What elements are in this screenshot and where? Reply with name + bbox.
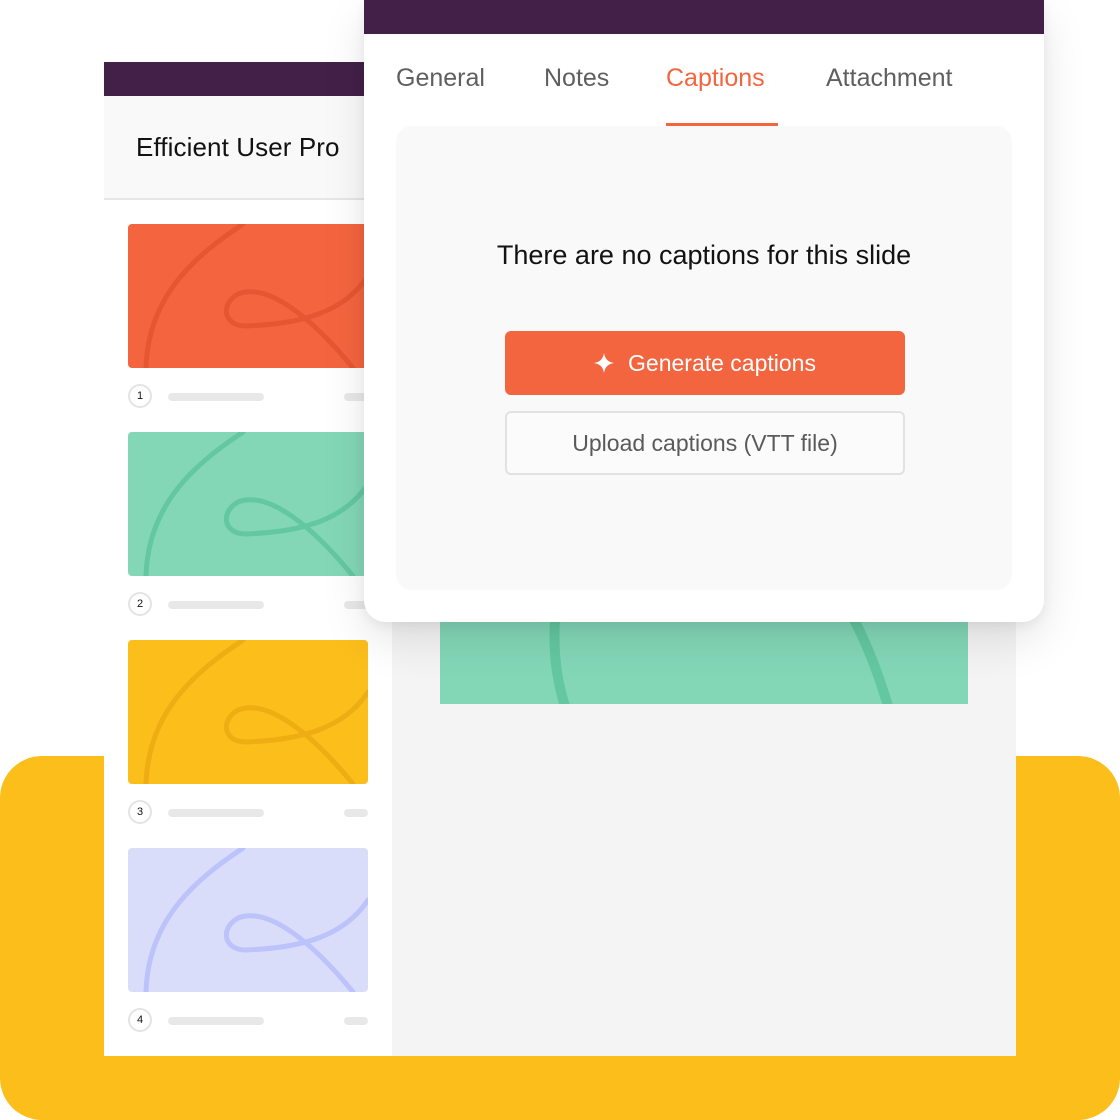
upload-captions-label: Upload captions (VTT file) [572,429,838,456]
panel-top-bar [364,0,1044,34]
tab-attachment[interactable]: Attachment [826,64,952,93]
slide-number-badge: 3 [128,800,152,824]
slide-duration-placeholder [344,1017,368,1025]
presentation-title: Efficient User Pro [136,132,340,162]
captions-empty-state: There are no captions for this slide Gen… [396,126,1012,590]
sparkle-icon [594,353,615,373]
generate-captions-button[interactable]: Generate captions [505,331,905,395]
tab-captions[interactable]: Captions [666,64,765,93]
slide-settings-panel: General Notes Captions Attachment There … [364,0,1044,622]
slide-duration-placeholder [344,809,368,817]
slide-title-placeholder [168,809,264,817]
slide-list-sidebar: 1 2 3 4 [104,200,392,1056]
tab-notes[interactable]: Notes [544,64,609,93]
squiggle-pattern-icon [128,224,368,368]
slide-thumbnail[interactable] [128,848,368,992]
slide-item-3[interactable]: 3 [128,640,368,848]
slide-meta: 3 [128,800,368,824]
slide-item-4[interactable]: 4 [128,848,368,1056]
tab-general[interactable]: General [396,64,485,93]
empty-state-message: There are no captions for this slide [496,240,912,270]
slide-item-1[interactable]: 1 [128,224,368,432]
slide-item-2[interactable]: 2 [128,432,368,640]
squiggle-pattern-icon [128,848,368,992]
slide-meta: 4 [128,1008,368,1032]
squiggle-pattern-icon [128,432,368,576]
slide-meta: 2 [128,592,368,616]
panel-tabs: General Notes Captions Attachment [364,34,1044,126]
squiggle-pattern-icon [128,640,368,784]
slide-number-badge: 2 [128,592,152,616]
slide-title-placeholder [168,393,264,401]
slide-thumbnail[interactable] [128,640,368,784]
slide-title-placeholder [168,1017,264,1025]
generate-captions-label: Generate captions [628,349,816,376]
slide-title-placeholder [168,601,264,609]
slide-number-badge: 4 [128,1008,152,1032]
upload-captions-button[interactable]: Upload captions (VTT file) [505,411,905,475]
slide-thumbnail[interactable] [128,432,368,576]
slide-meta: 1 [128,384,368,408]
slide-thumbnail[interactable] [128,224,368,368]
slide-number-badge: 1 [128,384,152,408]
